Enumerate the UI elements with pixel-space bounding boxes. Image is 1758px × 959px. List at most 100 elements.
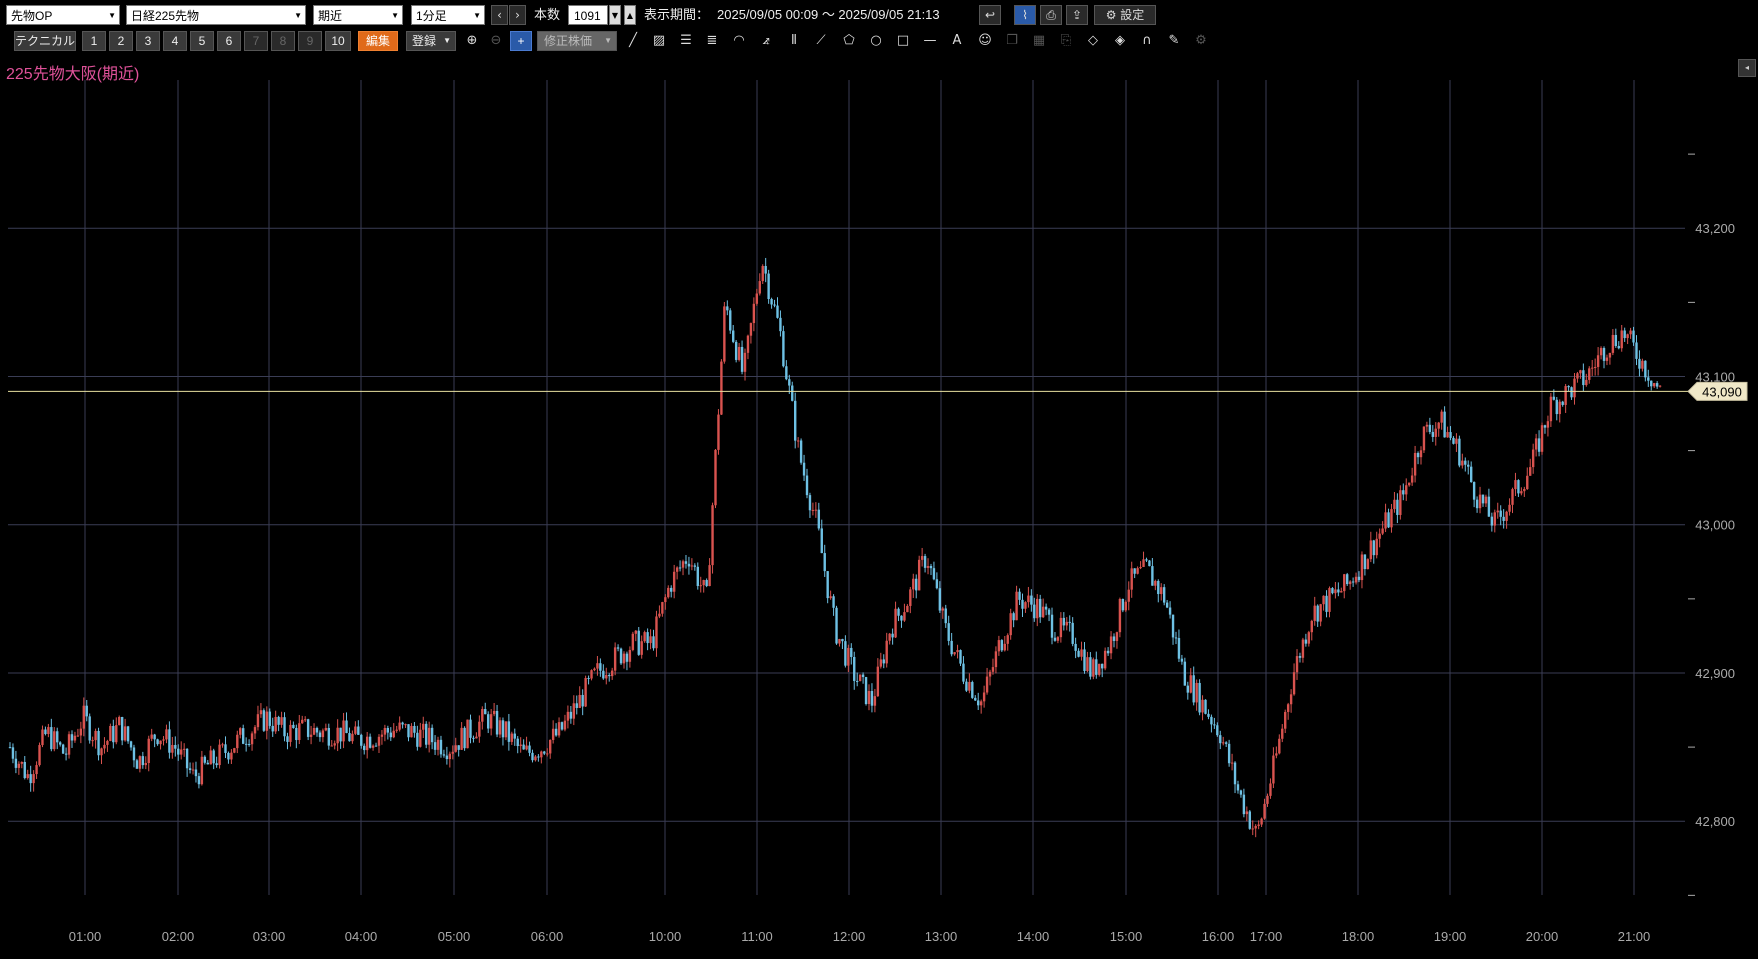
- candle-body: [306, 719, 310, 737]
- candle-body: [749, 323, 753, 336]
- candle-body: [233, 748, 236, 753]
- crosshair-icon[interactable]: +: [510, 31, 532, 51]
- candle-body: [1086, 657, 1089, 672]
- candle-body: [997, 640, 1001, 652]
- candle-body: [1369, 540, 1373, 560]
- candle-body: [1257, 824, 1260, 826]
- candle-body: [1065, 621, 1068, 626]
- zoom-out-icon[interactable]: ⊖: [485, 31, 507, 51]
- market-select[interactable]: 先物OP ▼: [6, 5, 120, 25]
- interval-select[interactable]: 1分足 ▼: [411, 5, 485, 25]
- candle-body: [289, 724, 292, 742]
- magnet-icon[interactable]: ∩: [1136, 31, 1158, 51]
- preset-button-4[interactable]: 4: [163, 31, 187, 51]
- candle-body: [776, 305, 779, 318]
- candle-body: [271, 725, 274, 732]
- preset-button-10[interactable]: 10: [325, 31, 351, 51]
- candle-body: [1614, 334, 1618, 347]
- horizontal-line-icon[interactable]: —: [919, 31, 941, 51]
- preset-button-5[interactable]: 5: [190, 31, 214, 51]
- x-axis: 01:00 02:00 03:00 04:00 05:00 06:00 10:00 11:00…: [69, 929, 1651, 944]
- preset-button-1[interactable]: 1: [82, 31, 106, 51]
- circle-icon[interactable]: ○: [865, 31, 887, 51]
- candle-body: [861, 674, 865, 678]
- trendline-icon[interactable]: ╱: [622, 31, 644, 51]
- chevron-left-icon[interactable]: ‹: [491, 5, 508, 25]
- paste-icon[interactable]: ⎘: [1055, 31, 1077, 51]
- export-icon[interactable]: ⇪: [1066, 5, 1088, 25]
- count-dropdown-icon[interactable]: ▼: [609, 5, 621, 25]
- pitchfork-icon[interactable]: ⟋: [810, 31, 832, 51]
- ruler-icon[interactable]: ▨: [648, 31, 670, 51]
- vertical-lines-icon[interactable]: ⦀: [783, 31, 805, 51]
- eraser-icon[interactable]: ◇: [1082, 31, 1104, 51]
- fan-icon[interactable]: ⦨: [755, 31, 777, 51]
- x-tick-label: 11:00: [741, 929, 773, 944]
- horizontal-lines-icon[interactable]: ☰: [675, 31, 697, 51]
- preset-button-9[interactable]: 9: [298, 31, 322, 51]
- candle-body: [1461, 460, 1464, 466]
- candle-body: [1591, 367, 1594, 369]
- icon-stamp-icon[interactable]: ☺: [974, 31, 996, 51]
- table-icon[interactable]: ▦: [1028, 31, 1050, 51]
- rectangle-icon[interactable]: □: [892, 31, 914, 51]
- candle-body: [132, 747, 136, 761]
- candle-body: [1015, 591, 1018, 621]
- symbol-select[interactable]: 日経225先物 ▼: [126, 5, 306, 25]
- candle-body: [1576, 373, 1579, 379]
- candle-body: [200, 756, 204, 785]
- candle-body: [1351, 581, 1355, 583]
- candle-body: [752, 303, 756, 324]
- collapse-panel-icon[interactable]: ◂: [1738, 59, 1756, 77]
- lock-edit-icon[interactable]: ✎: [1163, 31, 1185, 51]
- count-input[interactable]: 1091: [568, 5, 608, 25]
- arc-icon[interactable]: ◠: [728, 31, 750, 51]
- preset-button-6[interactable]: 6: [217, 31, 241, 51]
- month-select[interactable]: 期近 ▼: [313, 5, 403, 25]
- chevron-right-icon[interactable]: ›: [509, 5, 526, 25]
- candle-body: [430, 727, 434, 743]
- candle-body: [162, 739, 165, 741]
- candle-body: [708, 565, 711, 587]
- text-icon[interactable]: A: [946, 31, 968, 51]
- candle-body: [826, 571, 829, 599]
- candle-body: [991, 667, 995, 672]
- price-chart[interactable]: 01:00 02:00 03:00 04:00 05:00 06:00 10:00 11:00…: [0, 80, 1758, 959]
- technical-button[interactable]: テクニカル: [14, 31, 76, 51]
- gear-icon[interactable]: ⚙: [1190, 31, 1212, 51]
- preset-button-8[interactable]: 8: [271, 31, 295, 51]
- candle-body: [401, 722, 404, 725]
- candle-body: [841, 638, 844, 642]
- candle-body: [814, 509, 818, 511]
- candle-body: [584, 678, 587, 707]
- candle-body: [853, 656, 856, 681]
- undo-icon[interactable]: ↩: [979, 5, 1001, 25]
- candle-body: [230, 752, 233, 760]
- preset-button-3[interactable]: 3: [136, 31, 160, 51]
- adjusted-price-select[interactable]: 修正株価 ▼: [537, 31, 617, 51]
- x-tick-label: 02:00: [162, 929, 195, 944]
- candle-body: [460, 727, 463, 750]
- candle-body: [103, 744, 106, 749]
- pentagon-icon[interactable]: ⬠: [838, 31, 860, 51]
- preset-button-7[interactable]: 7: [244, 31, 268, 51]
- candle-body: [1112, 636, 1116, 641]
- settings-button[interactable]: ⚙ 設定: [1094, 5, 1156, 25]
- candle-body: [900, 615, 903, 621]
- candle-body: [932, 568, 936, 580]
- zoom-in-icon[interactable]: ⊕: [461, 31, 483, 51]
- erase-all-icon[interactable]: ◈: [1109, 31, 1131, 51]
- candle-body: [796, 440, 800, 442]
- print-icon[interactable]: ⎙: [1040, 5, 1062, 25]
- preset-button-2[interactable]: 2: [109, 31, 133, 51]
- chart-mode-icon[interactable]: ⌇: [1014, 5, 1036, 25]
- candle-body: [135, 760, 139, 769]
- fibonacci-icon[interactable]: ≣: [701, 31, 723, 51]
- count-up-icon[interactable]: ▲: [624, 5, 636, 25]
- candle-body: [1286, 704, 1290, 712]
- edit-button[interactable]: 編集: [358, 31, 398, 51]
- copy-icon[interactable]: ❐: [1001, 31, 1023, 51]
- chevron-down-icon: ▼: [473, 11, 481, 20]
- register-button[interactable]: 登録 ▼: [406, 31, 456, 51]
- x-tick-label: 20:00: [1526, 929, 1559, 944]
